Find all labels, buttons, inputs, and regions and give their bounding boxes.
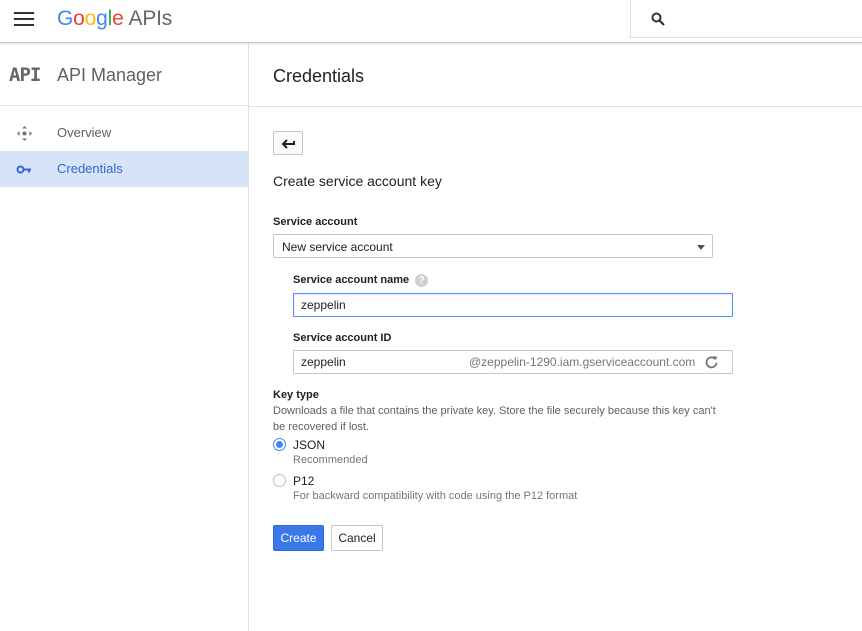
google-apis-logo[interactable]: Google APIs bbox=[57, 7, 172, 31]
service-account-name-input[interactable] bbox=[293, 293, 733, 317]
create-button[interactable]: Create bbox=[273, 525, 324, 551]
service-account-id-label: Service account ID bbox=[293, 332, 392, 344]
radio-p12-sublabel: For backward compatibility with code usi… bbox=[293, 490, 578, 502]
radio-p12-label: P12 bbox=[293, 474, 315, 488]
search-box[interactable] bbox=[630, 0, 862, 38]
sidebar-item-credentials[interactable]: Credentials bbox=[0, 151, 248, 187]
radio-p12[interactable] bbox=[273, 474, 286, 487]
back-button[interactable] bbox=[273, 131, 303, 155]
radio-json-sublabel: Recommended bbox=[293, 454, 368, 466]
dropdown-caret-icon bbox=[697, 245, 705, 250]
service-account-select[interactable]: New service account bbox=[273, 234, 713, 258]
service-account-id-suffix: @zeppelin-1290.iam.gserviceaccount.com bbox=[469, 355, 696, 369]
radio-json[interactable] bbox=[273, 438, 286, 451]
sidebar-title: API Manager bbox=[57, 65, 163, 85]
service-account-name-label: Service account name bbox=[293, 274, 410, 286]
sidebar: API API Manager Overview Credentials bbox=[0, 44, 249, 631]
overview-icon bbox=[17, 126, 32, 141]
service-account-id-input[interactable] bbox=[294, 351, 464, 373]
top-bar: Google APIs bbox=[0, 0, 862, 43]
service-account-label: Service account bbox=[273, 216, 358, 228]
refresh-icon[interactable] bbox=[704, 355, 719, 370]
page-title: Credentials bbox=[273, 66, 365, 86]
back-arrow-icon bbox=[281, 139, 295, 149]
key-type-label: Key type bbox=[273, 389, 319, 401]
service-account-selected-value: New service account bbox=[282, 240, 393, 254]
key-icon bbox=[16, 165, 31, 174]
sidebar-item-label: Overview bbox=[57, 125, 112, 140]
api-badge-icon: API bbox=[9, 64, 41, 86]
key-type-description: Downloads a file that contains the priva… bbox=[273, 405, 716, 433]
cancel-button[interactable]: Cancel bbox=[331, 525, 383, 551]
help-icon[interactable]: ? bbox=[415, 274, 428, 287]
main-header: Credentials bbox=[249, 44, 862, 107]
section-title: Create service account key bbox=[273, 173, 442, 189]
radio-json-label: JSON bbox=[293, 438, 326, 452]
sidebar-item-overview[interactable]: Overview bbox=[0, 115, 248, 151]
hamburger-menu-icon[interactable] bbox=[14, 12, 36, 28]
main-content: Credentials Create service account key S… bbox=[249, 44, 862, 631]
search-icon bbox=[651, 12, 665, 26]
service-account-id-field: @zeppelin-1290.iam.gserviceaccount.com bbox=[293, 350, 733, 374]
sidebar-item-label: Credentials bbox=[57, 161, 123, 176]
sidebar-header: API API Manager bbox=[0, 44, 248, 106]
